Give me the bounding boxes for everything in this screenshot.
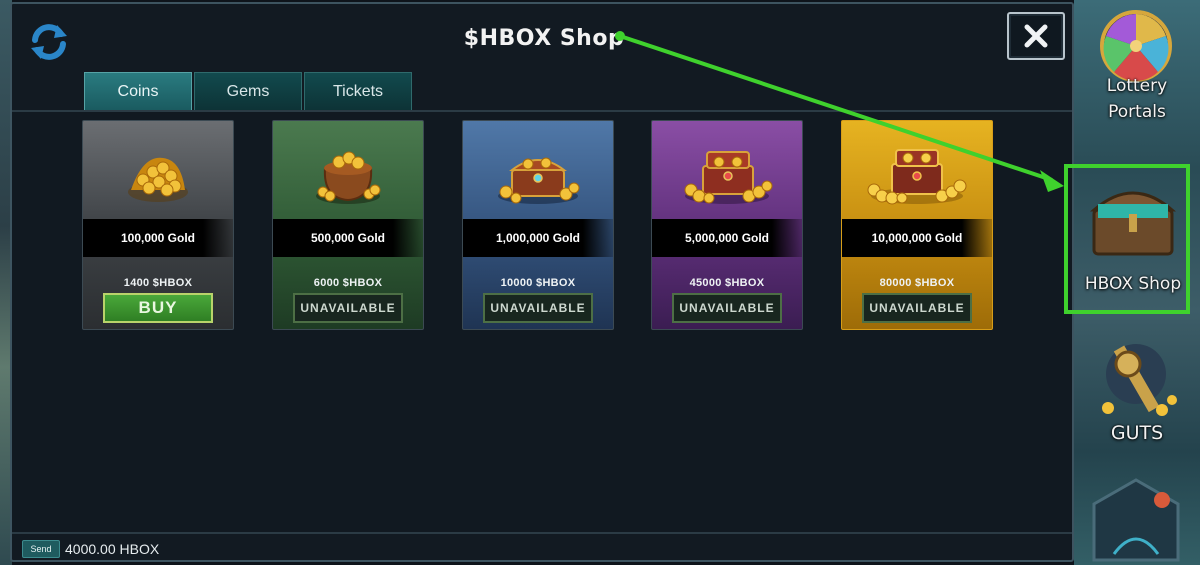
lottery-wheel-icon	[1100, 10, 1172, 82]
hbox-shop-highlight-box	[1064, 164, 1190, 314]
close-icon	[1024, 24, 1048, 48]
tab-coins[interactable]: Coins	[84, 72, 192, 110]
send-button[interactable]: Send	[22, 540, 60, 558]
lottery-portals-menu-item[interactable]: Lottery Portals	[1074, 0, 1200, 160]
guts-icon	[1102, 344, 1177, 416]
shop-card-100k-gold: 100,000 Gold 1400 $HBOX BUY	[82, 120, 234, 330]
tab-bar: Coins Gems Tickets	[84, 72, 412, 110]
guts-menu-item[interactable]: GUTS	[1074, 330, 1200, 450]
tab-tickets[interactable]: Tickets	[304, 72, 412, 110]
card-price: 80000 $HBOX	[879, 277, 955, 289]
shop-card-1m-gold: 1,000,000 Gold 10000 $HBOX UNAVAILABLE	[462, 120, 614, 330]
card-title: 10,000,000 Gold	[842, 219, 992, 257]
treasure-chest-icon	[842, 121, 992, 219]
card-title: 1,000,000 Gold	[463, 219, 613, 257]
card-title: 500,000 Gold	[273, 219, 423, 257]
portal-icon	[1092, 478, 1180, 562]
shop-card-5m-gold: 5,000,000 Gold 45000 $HBOX UNAVAILABLE	[651, 120, 803, 330]
dialog-title: $HBOX Shop	[463, 26, 625, 51]
card-price: 45000 $HBOX	[689, 277, 765, 289]
tab-gems[interactable]: Gems	[194, 72, 302, 110]
treasure-chest-icon	[463, 121, 613, 219]
gold-pot-icon	[273, 121, 423, 219]
close-button[interactable]	[1007, 12, 1065, 60]
treasure-chest-icon	[652, 121, 802, 219]
lottery-label-line2: Portals	[1108, 102, 1166, 122]
shop-card-500k-gold: 500,000 Gold 6000 $HBOX UNAVAILABLE	[272, 120, 424, 330]
card-title: 100,000 Gold	[83, 219, 233, 257]
card-title: 5,000,000 Gold	[652, 219, 802, 257]
unavailable-button[interactable]: UNAVAILABLE	[672, 293, 782, 323]
gold-pile-icon	[83, 121, 233, 219]
unavailable-button[interactable]: UNAVAILABLE	[483, 293, 593, 323]
hbox-balance: 4000.00 HBOX	[65, 541, 160, 557]
unavailable-button[interactable]: UNAVAILABLE	[293, 293, 403, 323]
shop-card-10m-gold: 10,000,000 Gold 80000 $HBOX UNAVAILABLE	[841, 120, 993, 330]
card-price: 6000 $HBOX	[313, 277, 383, 289]
side-menu-item-bottom[interactable]	[1074, 470, 1200, 565]
unavailable-button[interactable]: UNAVAILABLE	[862, 293, 972, 323]
card-price: 10000 $HBOX	[500, 277, 576, 289]
buy-button[interactable]: BUY	[103, 293, 213, 323]
guts-label: GUTS	[1110, 422, 1164, 444]
lottery-label-line1: Lottery	[1106, 76, 1168, 96]
card-price: 1400 $HBOX	[123, 277, 193, 289]
